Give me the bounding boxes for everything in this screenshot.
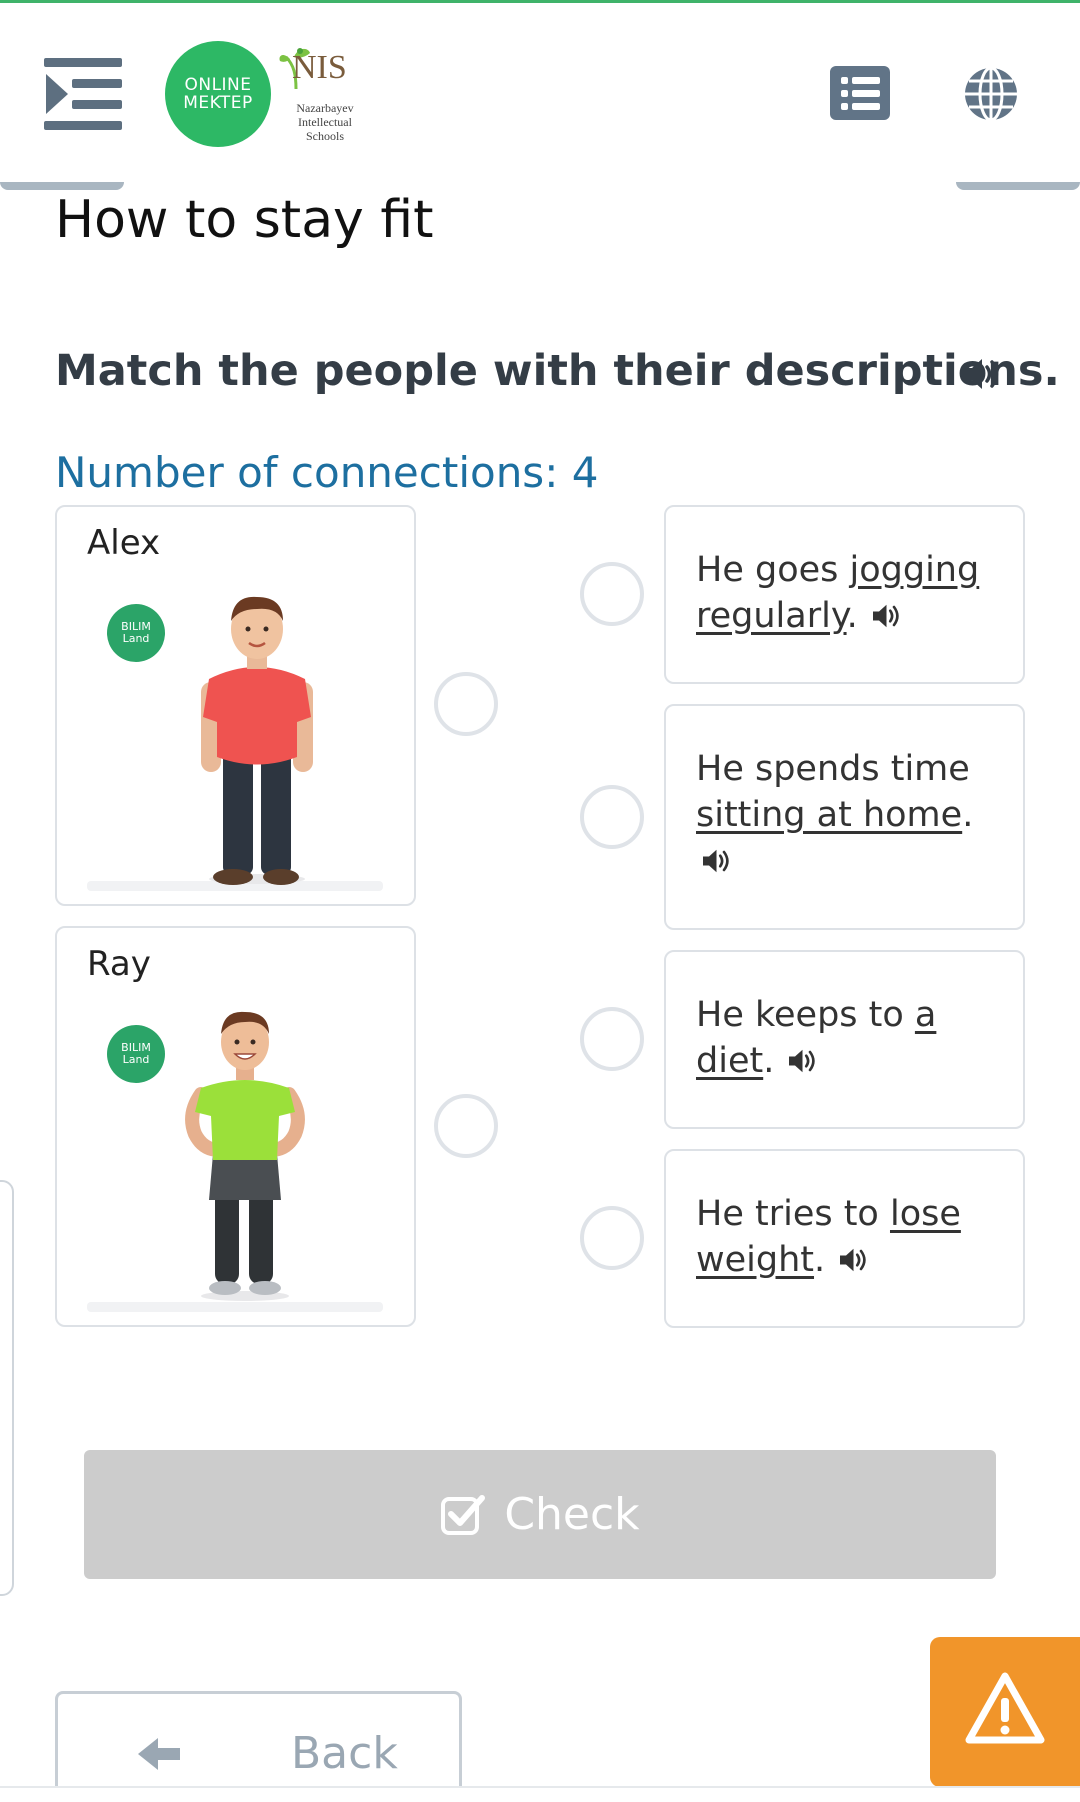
person-connector-alex[interactable]	[434, 672, 498, 736]
nis-logo: NIS Nazarbayev Intellectual Schools	[276, 45, 376, 145]
speaker-icon[interactable]	[837, 1245, 873, 1275]
person-card-ray[interactable]: Ray BILIM Land	[55, 926, 416, 1327]
bilim-land-watermark: BILIM Land	[107, 1025, 165, 1083]
speaker-icon[interactable]	[700, 846, 736, 876]
description-connector-1[interactable]	[580, 562, 644, 626]
description-text: He spends time sitting at home.	[696, 746, 996, 884]
language-button[interactable]	[962, 65, 1020, 123]
instruction-audio-button[interactable]	[962, 354, 1006, 394]
person-name: Ray	[87, 944, 151, 984]
speaker-icon[interactable]	[870, 601, 906, 631]
vocabulary-link[interactable]: sitting at home	[696, 795, 962, 835]
connections-counter: Number of connections: 4	[55, 448, 599, 497]
left-tab-handle[interactable]	[0, 182, 124, 190]
report-issue-button[interactable]	[930, 1637, 1080, 1787]
description-text: He tries to lose weight.	[696, 1194, 961, 1280]
menu-icon	[46, 74, 68, 114]
task-instruction: Match the people with their descriptions…	[55, 346, 1060, 396]
description-card-2[interactable]: He spends time sitting at home.	[664, 704, 1025, 930]
person-connector-ray[interactable]	[434, 1094, 498, 1158]
bilim-land-watermark: BILIM Land	[107, 604, 165, 662]
description-card-4[interactable]: He tries to lose weight.	[664, 1149, 1025, 1328]
person-name: Alex	[87, 523, 161, 563]
page-title: How to stay fit	[55, 190, 434, 250]
description-text: He goes jogging regularly.	[696, 550, 980, 636]
side-panel-edge	[0, 1180, 14, 1596]
description-connector-2[interactable]	[580, 785, 644, 849]
back-label: Back	[291, 1728, 398, 1779]
description-connector-3[interactable]	[580, 1007, 644, 1071]
contents-list-button[interactable]	[830, 66, 890, 120]
person-illustration-ray	[185, 1011, 305, 1301]
description-card-1[interactable]: He goes jogging regularly.	[664, 505, 1025, 684]
bottom-edge	[0, 1786, 1080, 1802]
online-mektep-logo[interactable]: ONLINE MEKTEP	[165, 41, 271, 147]
check-label: Check	[504, 1489, 640, 1540]
speaker-icon	[964, 359, 999, 389]
person-card-alex[interactable]: Alex BILIM Land	[55, 505, 416, 906]
check-button[interactable]: Check	[84, 1450, 996, 1579]
person-illustration-alex	[201, 596, 313, 885]
menu-toggle-button[interactable]	[44, 58, 122, 130]
description-text: He keeps to a diet.	[696, 995, 937, 1081]
arrow-left-icon	[138, 1738, 180, 1770]
speaker-icon[interactable]	[786, 1046, 822, 1076]
description-card-3[interactable]: He keeps to a diet.	[664, 950, 1025, 1129]
warning-icon	[965, 1672, 1045, 1744]
app-header: ONLINE MEKTEP NIS Nazarbayev Intellectua…	[0, 3, 1080, 185]
right-tab-handle[interactable]	[956, 182, 1080, 190]
description-connector-4[interactable]	[580, 1206, 644, 1270]
checkbox-icon	[441, 1494, 486, 1535]
globe-icon	[965, 66, 1017, 122]
